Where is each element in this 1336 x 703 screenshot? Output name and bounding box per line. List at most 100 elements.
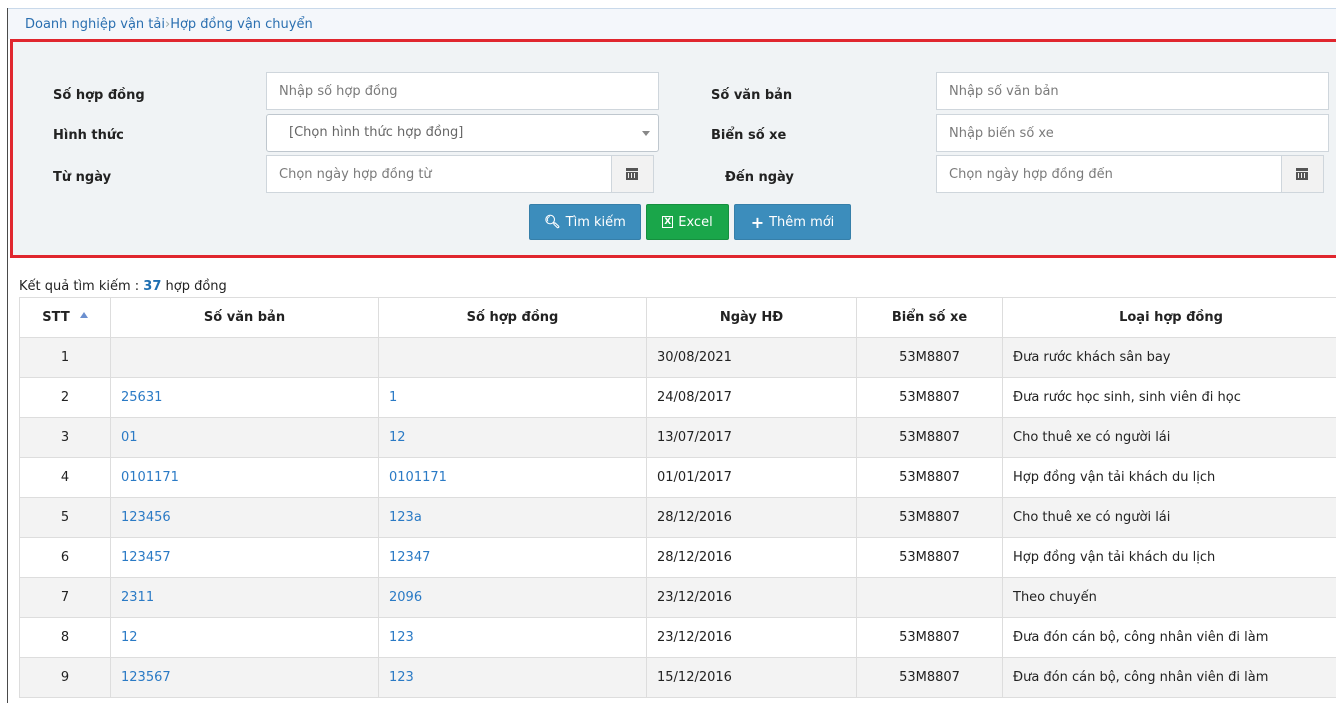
plate-input[interactable] [936,114,1329,152]
column-header-contract-no[interactable]: Số hợp đồng [378,297,647,338]
breadcrumb-current[interactable]: Hợp đồng vận chuyển [170,17,313,32]
excel-button[interactable]: X Excel [646,204,729,240]
add-new-button[interactable]: + Thêm mới [734,204,851,240]
contract-form-select-value: [Chọn hình thức hợp đồng] [289,125,464,140]
search-button[interactable]: 🔍︎ Tìm kiếm [529,204,641,240]
row-contract-no-link[interactable]: 123 [378,617,647,658]
row-date-cell: 01/01/2017 [646,457,857,498]
row-stt-cell: 8 [19,617,111,658]
contract-form-select[interactable]: [Chọn hình thức hợp đồng] [266,114,659,152]
row-contract-no-link[interactable] [378,337,647,378]
doc-no-label: Số văn bản [711,88,793,103]
row-doc-no-link[interactable]: 123456 [110,497,379,538]
row-contract-no-link[interactable]: 12 [378,417,647,458]
row-stt-cell: 7 [19,577,111,618]
row-contract-no-link[interactable]: 12347 [378,537,647,578]
excel-button-label: Excel [678,214,713,230]
row-contract-no-link[interactable]: 123a [378,497,647,538]
row-plate-cell: 53M8807 [856,537,1003,578]
row-plate-cell: 53M8807 [856,417,1003,458]
row-doc-no-link[interactable] [110,337,379,378]
row-type-cell: Đưa rước khách sân bay [1002,337,1336,378]
calendar-icon [626,168,638,180]
row-doc-no-link[interactable]: 123457 [110,537,379,578]
row-plate-cell [856,577,1003,618]
row-type-cell: Hợp đồng vận tải khách du lịch [1002,537,1336,578]
plus-icon: + [750,212,765,232]
row-date-cell: 28/12/2016 [646,497,857,538]
column-header-doc-no[interactable]: Số văn bản [110,297,379,338]
row-contract-no-link[interactable]: 1 [378,377,647,418]
table-row: 8 12 123 23/12/2016 53M8807 Đưa đón cán bộ, c… [19,617,1336,658]
breadcrumb: Doanh nghiệp vận tải›Hợp đồng vận chuyển [25,17,313,32]
breadcrumb-root-link[interactable]: Doanh nghiệp vận tải [25,17,165,32]
row-stt-cell: 6 [19,537,111,578]
row-plate-cell: 53M8807 [856,337,1003,378]
breadcrumb-bar: Doanh nghiệp vận tải›Hợp đồng vận chuyển [8,8,1336,39]
row-contract-no-link[interactable]: 2096 [378,577,647,618]
row-type-cell: Hợp đồng vận tải khách du lịch [1002,457,1336,498]
result-summary: Kết quả tìm kiếm : 37 hợp đồng [19,279,227,294]
row-doc-no-link[interactable]: 25631 [110,377,379,418]
row-type-cell: Đưa rước học sinh, sinh viên đi học [1002,377,1336,418]
page-left-border [7,8,8,703]
row-plate-cell: 53M8807 [856,457,1003,498]
row-type-cell: Cho thuê xe có người lái [1002,497,1336,538]
row-stt-cell: 2 [19,377,111,418]
result-suffix: hợp đồng [161,279,227,294]
table-row: 4 0101171 0101171 01/01/2017 53M8807 Hợp đồng… [19,457,1336,498]
column-header-plate[interactable]: Biển số xe [856,297,1003,338]
chevron-down-icon [642,131,650,136]
table-row: 3 01 12 13/07/2017 53M8807 Cho thuê xe có ngư… [19,417,1336,458]
row-date-cell: 15/12/2016 [646,657,857,698]
contract-no-input[interactable] [266,72,659,110]
row-stt-cell: 5 [19,497,111,538]
add-new-button-label: Thêm mới [769,214,835,230]
row-stt-cell: 1 [19,337,111,378]
row-type-cell: Đưa đón cán bộ, công nhân viên đi làm [1002,617,1336,658]
row-doc-no-link[interactable]: 0101171 [110,457,379,498]
row-type-cell: Cho thuê xe có người lái [1002,417,1336,458]
excel-file-icon: X [662,216,674,228]
column-header-stt[interactable]: STT [19,297,111,338]
row-plate-cell: 53M8807 [856,497,1003,538]
row-date-cell: 30/08/2021 [646,337,857,378]
calendar-icon [1296,168,1308,180]
row-type-cell: Theo chuyến [1002,577,1336,618]
to-date-calendar-button[interactable] [1282,155,1324,193]
row-plate-cell: 53M8807 [856,377,1003,418]
table-row: 6 123457 12347 28/12/2016 53M8807 Hợp đồng vậ… [19,537,1336,578]
row-stt-cell: 9 [19,657,111,698]
row-date-cell: 24/08/2017 [646,377,857,418]
column-header-type[interactable]: Loại hợp đồng [1002,297,1336,338]
row-doc-no-link[interactable]: 123567 [110,657,379,698]
table-row: 9 123567 123 15/12/2016 53M8807 Đưa đón cán b… [19,657,1336,698]
row-stt-cell: 3 [19,417,111,458]
row-contract-no-link[interactable]: 123 [378,657,647,698]
to-date-label: Đến ngày [725,170,794,185]
from-date-calendar-button[interactable] [612,155,654,193]
row-plate-cell: 53M8807 [856,617,1003,658]
row-date-cell: 23/12/2016 [646,617,857,658]
contract-no-label: Số hợp đồng [53,88,145,103]
row-date-cell: 13/07/2017 [646,417,857,458]
doc-no-input[interactable] [936,72,1329,110]
column-header-date[interactable]: Ngày HĐ [646,297,857,338]
table-row: 7 2311 2096 23/12/2016 Theo chuyến [19,577,1336,618]
row-date-cell: 28/12/2016 [646,537,857,578]
to-date-input[interactable] [936,155,1282,193]
search-icon: 🔍︎ [544,214,561,230]
table-row: 5 123456 123a 28/12/2016 53M8807 Cho thuê xe … [19,497,1336,538]
from-date-label: Từ ngày [53,170,112,185]
table-header-row: STT Số văn bản Số hợp đồng Ngày HĐ Biển … [19,297,1336,338]
row-contract-no-link[interactable]: 0101171 [378,457,647,498]
row-stt-cell: 4 [19,457,111,498]
result-count: 37 [143,279,162,294]
table-row: 1 30/08/2021 53M8807 Đưa rước khách sân bay [19,337,1336,378]
row-plate-cell: 53M8807 [856,657,1003,698]
row-doc-no-link[interactable]: 2311 [110,577,379,618]
search-button-label: Tìm kiếm [565,214,626,230]
from-date-input[interactable] [266,155,612,193]
row-doc-no-link[interactable]: 01 [110,417,379,458]
row-doc-no-link[interactable]: 12 [110,617,379,658]
